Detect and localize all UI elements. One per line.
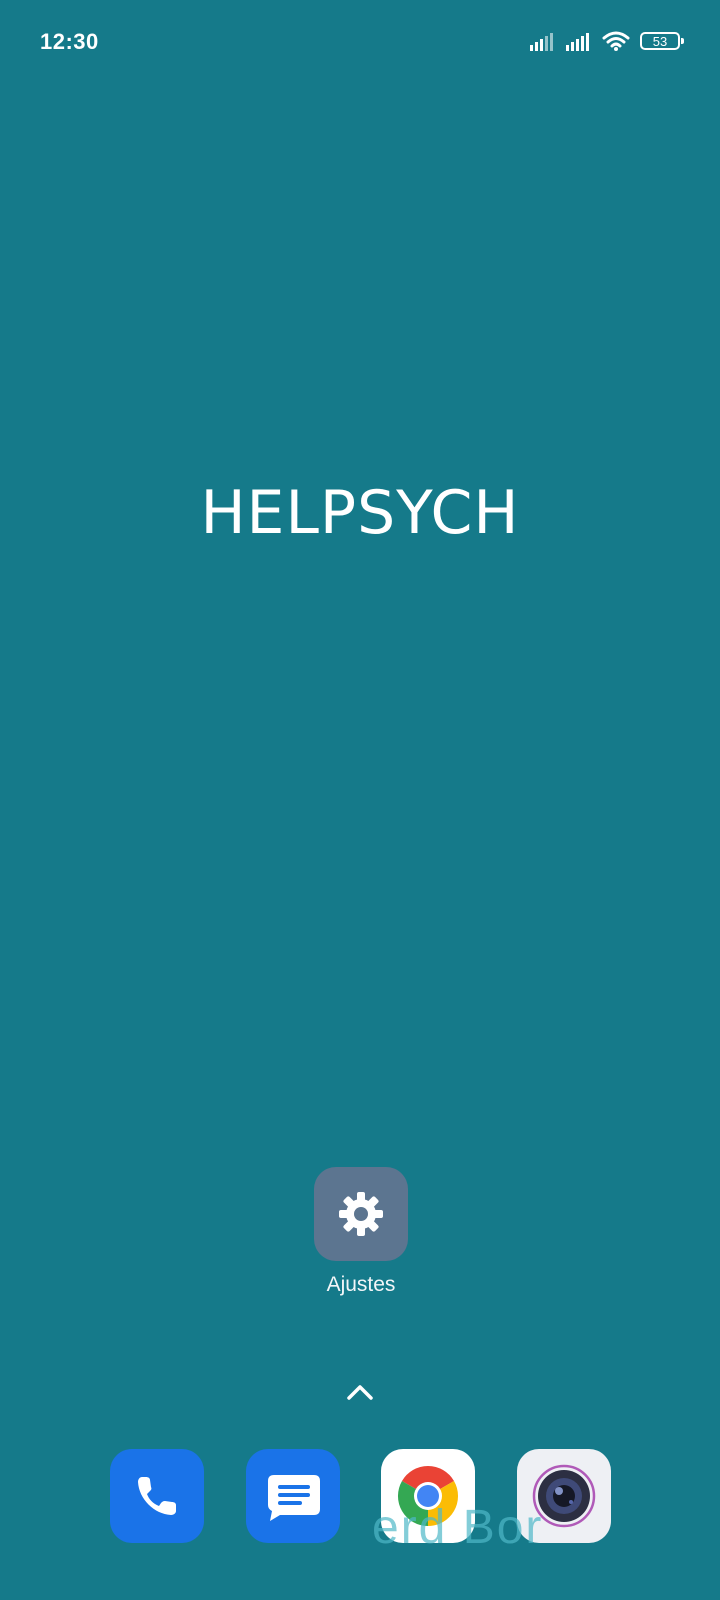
signal-icon xyxy=(566,33,589,51)
status-bar: 12:30 53 xyxy=(0,0,720,86)
dock-app-messages[interactable] xyxy=(246,1449,340,1543)
app-drawer-arrow[interactable] xyxy=(346,1383,374,1406)
messages-icon xyxy=(268,1475,320,1521)
dock-app-chrome[interactable] xyxy=(381,1449,475,1543)
wifi-icon xyxy=(602,31,630,51)
settings-app-icon-tile[interactable] xyxy=(314,1167,408,1261)
app-label-settings[interactable]: Ajustes xyxy=(311,1273,411,1297)
settings-gear-icon xyxy=(339,1192,383,1236)
chrome-icon xyxy=(397,1465,459,1526)
dock xyxy=(0,1449,720,1545)
chevron-up-icon xyxy=(347,1385,373,1400)
phone-icon xyxy=(138,1477,176,1515)
dock-app-camera[interactable] xyxy=(517,1449,611,1543)
camera-icon xyxy=(532,1464,596,1528)
app-settings[interactable]: Ajustes xyxy=(311,1167,411,1297)
signal-icon xyxy=(530,33,553,51)
dock-app-phone[interactable] xyxy=(110,1449,204,1543)
status-icons: 53 xyxy=(530,30,684,52)
status-time: 12:30 xyxy=(40,29,99,54)
wallpaper-title: HELPSYCH xyxy=(200,478,520,548)
battery-icon: 53 xyxy=(640,32,684,50)
battery-level: 53 xyxy=(652,33,668,49)
